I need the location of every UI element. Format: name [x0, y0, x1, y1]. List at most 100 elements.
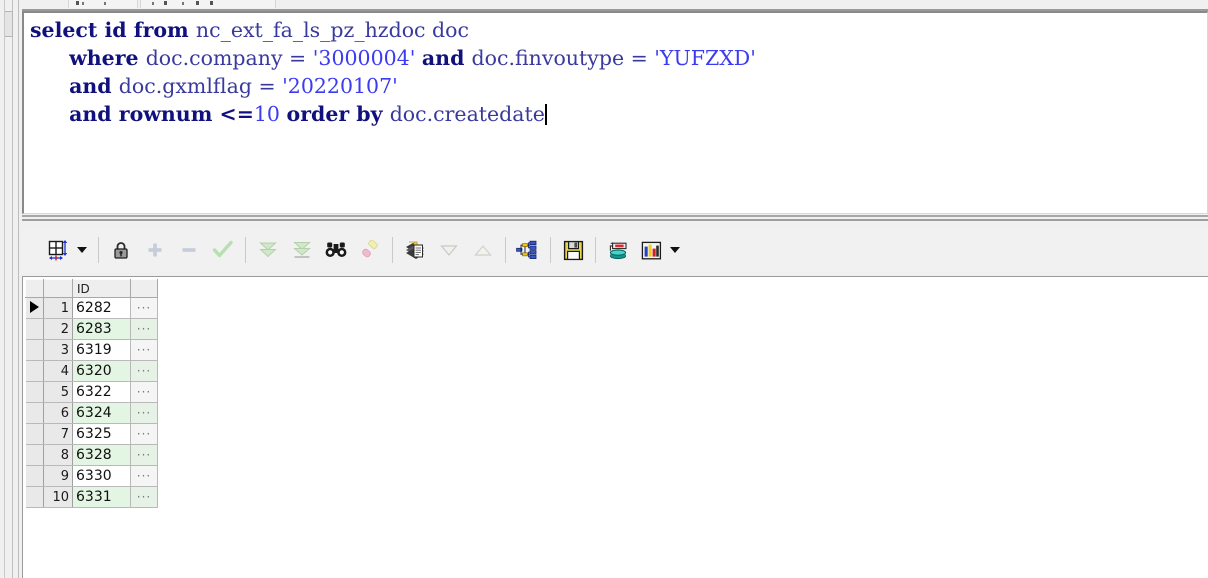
editor-results-splitter[interactable]	[22, 215, 1208, 225]
sql-token-str: '20220107'	[282, 74, 398, 98]
cell-id[interactable]: 6320	[72, 360, 131, 382]
sql-token-pl	[30, 46, 69, 70]
cell-expand-button[interactable]: ···	[130, 486, 158, 508]
minus-icon	[180, 241, 198, 259]
sql-token-op: <=	[219, 102, 254, 126]
cell-id[interactable]: 6324	[72, 402, 131, 424]
cell-expand-button[interactable]: ···	[130, 318, 158, 340]
grid-column-header-id[interactable]: ID	[72, 279, 131, 298]
chart-view-button[interactable]	[635, 233, 669, 267]
table-row[interactable]: 5 6322 ···	[25, 381, 158, 403]
sql-line: where doc.company = '3000004' and doc.fi…	[30, 44, 756, 72]
row-number-cell: 1	[43, 297, 73, 319]
chart-view-dropdown-arrow[interactable]	[670, 247, 680, 253]
results-grid-pane[interactable]: ID 1 6282 ··· 2 6283 ··· 3 6319 ··· 4 6320 ··· 5 6322 ·…	[22, 276, 1208, 578]
cell-id[interactable]: 6283	[72, 318, 131, 340]
grid-layout-dropdown-arrow[interactable]	[77, 247, 87, 253]
splitter-line-bottom	[22, 219, 1208, 221]
toolbar-fragment-right	[140, 0, 276, 8]
grid-header-row: ID	[25, 279, 158, 298]
table-row[interactable]: 4 6320 ···	[25, 360, 158, 382]
single-record-button[interactable]	[601, 233, 635, 267]
triangle-down-icon	[439, 242, 459, 258]
table-row[interactable]: 9 6330 ···	[25, 465, 158, 487]
post-changes-button	[206, 233, 240, 267]
clipped-icon-f	[182, 2, 184, 5]
sql-token-pl: nc_ext_fa_ls_pz_hzdoc doc	[195, 18, 469, 42]
results-grid[interactable]: ID 1 6282 ··· 2 6283 ··· 3 6319 ··· 4 6320 ··· 5 6322 ·…	[25, 279, 158, 508]
table-row[interactable]: 8 6328 ···	[25, 444, 158, 466]
sql-token-pl	[30, 74, 69, 98]
clipped-icon-d	[152, 2, 154, 5]
sql-token-str: 'YUFZXD'	[654, 46, 756, 70]
find-data-button[interactable]	[319, 233, 353, 267]
copy-to-clipboard-button[interactable]	[398, 233, 432, 267]
cell-expand-button[interactable]: ···	[130, 423, 158, 445]
sql-token-kw: where	[69, 46, 146, 70]
sql-code-text[interactable]: select id from nc_ext_fa_ls_pz_hzdoc doc…	[30, 16, 756, 128]
gutter-line-1	[4, 0, 5, 578]
sql-token-pl: doc.finvoutype =	[471, 46, 655, 70]
cell-id[interactable]: 6331	[72, 486, 131, 508]
row-selector-cell[interactable]	[25, 444, 44, 466]
cell-id[interactable]: 6330	[72, 465, 131, 487]
cell-expand-button[interactable]: ···	[130, 381, 158, 403]
table-row[interactable]: 1 6282 ···	[25, 297, 158, 319]
cell-id[interactable]: 6282	[72, 297, 131, 319]
table-row[interactable]: 6 6324 ···	[25, 402, 158, 424]
copy-pages-icon	[404, 240, 426, 261]
table-row[interactable]: 7 6325 ···	[25, 423, 158, 445]
toolbar-separator	[392, 237, 393, 263]
results-table[interactable]: ID 1 6282 ··· 2 6283 ··· 3 6319 ··· 4 6320 ··· 5 6322 ·…	[25, 279, 158, 508]
row-selector-cell[interactable]	[25, 297, 44, 319]
eraser-icon	[359, 240, 381, 260]
clipped-main-toolbar	[0, 0, 1208, 9]
row-number-cell: 6	[43, 402, 73, 424]
table-row[interactable]: 2 6283 ···	[25, 318, 158, 340]
cell-id[interactable]: 6319	[72, 339, 131, 361]
delete-record-button	[172, 233, 206, 267]
cell-expand-button[interactable]: ···	[130, 297, 158, 319]
clipped-icon-g	[196, 1, 199, 5]
cell-expand-button[interactable]: ···	[130, 444, 158, 466]
cell-id[interactable]: 6322	[72, 381, 131, 403]
row-number-cell: 2	[43, 318, 73, 340]
sort-ascending-button	[466, 233, 500, 267]
sql-token-pl: doc.createdate	[389, 102, 545, 126]
clipped-icon-b	[82, 2, 84, 5]
row-selector-cell[interactable]	[25, 360, 44, 382]
row-selector-cell[interactable]	[25, 423, 44, 445]
row-selector-cell[interactable]	[25, 465, 44, 487]
cell-id[interactable]: 6325	[72, 423, 131, 445]
row-selector-cell[interactable]	[25, 381, 44, 403]
results-toolbar	[22, 228, 1208, 272]
explain-plan-button[interactable]	[511, 233, 545, 267]
cell-expand-button[interactable]: ···	[130, 402, 158, 424]
row-selector-cell[interactable]	[25, 318, 44, 340]
cell-expand-button[interactable]: ···	[130, 360, 158, 382]
row-selector-cell[interactable]	[25, 402, 44, 424]
gutter-line-2	[12, 0, 13, 578]
row-number-cell: 3	[43, 339, 73, 361]
sql-token-kw: and	[69, 74, 119, 98]
clipped-icon-h	[210, 1, 213, 5]
row-selector-cell[interactable]	[25, 339, 44, 361]
plsql-developer-window: select id from nc_ext_fa_ls_pz_hzdoc doc…	[0, 0, 1208, 578]
sql-editor-pane[interactable]: select id from nc_ext_fa_ls_pz_hzdoc doc…	[22, 11, 1208, 214]
cell-expand-button[interactable]: ···	[130, 465, 158, 487]
table-row[interactable]: 10 6331 ···	[25, 486, 158, 508]
table-row[interactable]: 3 6319 ···	[25, 339, 158, 361]
sql-token-pl: doc.gxmlflag =	[118, 74, 283, 98]
toolbar-separator	[550, 237, 551, 263]
cell-id[interactable]: 6328	[72, 444, 131, 466]
cell-expand-button[interactable]: ···	[130, 339, 158, 361]
row-number-cell: 10	[43, 486, 73, 508]
text-caret	[544, 104, 547, 125]
sql-line: and doc.gxmlflag = '20220107'	[30, 72, 756, 100]
toolbar-separator	[595, 237, 596, 263]
grid-layout-button[interactable]	[42, 233, 76, 267]
row-selector-cell[interactable]	[25, 486, 44, 508]
export-save-button[interactable]	[556, 233, 590, 267]
lock-record-button[interactable]	[104, 233, 138, 267]
collapsed-panel-tab[interactable]	[5, 11, 13, 37]
